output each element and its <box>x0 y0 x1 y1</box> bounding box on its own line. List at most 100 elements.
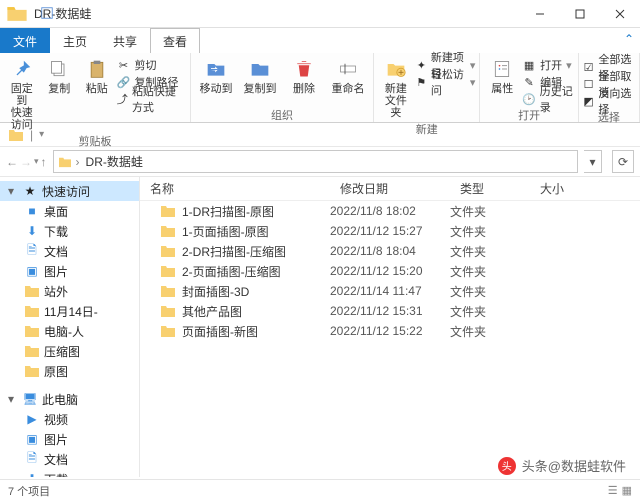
file-type: 文件夹 <box>450 263 530 280</box>
maximize-button[interactable] <box>560 0 600 28</box>
properties-button[interactable]: 属性 <box>484 55 520 97</box>
view-mode-icons[interactable]: ☰ ▦ <box>608 484 632 497</box>
folder-icon <box>24 363 40 379</box>
clipboard-group-label: 剪贴板 <box>79 133 112 148</box>
ribbon-tabs: 文件 主页 共享 查看 1 点击 “查看” ⌃ <box>0 28 640 53</box>
file-name: 页面插图-新图 <box>182 323 258 340</box>
new-folder-button[interactable]: 新建 文件夹 <box>378 55 414 121</box>
sidebar-item-downloads[interactable]: ⬇下载 <box>0 221 139 241</box>
sidebar-item-downloads2[interactable]: ⬇下载 <box>0 469 139 477</box>
nav-recent-dropdown[interactable]: ▾ <box>34 156 39 167</box>
sidebar-item-compressed[interactable]: 压缩图 <box>0 341 139 361</box>
folder-app-icon <box>6 3 28 25</box>
paste-button[interactable]: 粘贴 <box>79 55 114 97</box>
rename-button[interactable]: 重命名 <box>327 55 369 97</box>
newitem-icon: ✦ <box>416 58 427 72</box>
table-row[interactable]: 其他产品图2022/11/12 15:31文件夹 <box>140 301 640 321</box>
invert-icon: ◩ <box>583 94 595 108</box>
column-name[interactable]: 名称 <box>140 180 330 197</box>
table-row[interactable]: 2-页面插图-压缩图2022/11/12 15:20文件夹 <box>140 261 640 281</box>
ribbon: 固定到 快速访问 复制 粘贴 ✂剪切 🔗复制路径 ⤴粘贴快捷方式 剪贴板 移动到… <box>0 53 640 123</box>
column-date[interactable]: 修改日期 <box>330 180 450 197</box>
folder-icon <box>24 283 40 299</box>
breadcrumb-item[interactable]: DR-数据蛙 <box>84 153 145 170</box>
move-to-button[interactable]: 移动到 <box>195 55 237 97</box>
copy-to-button[interactable]: 复制到 <box>239 55 281 97</box>
download-icon: ⬇ <box>24 471 40 477</box>
sidebar-item-desktop[interactable]: ■桌面 <box>0 201 139 221</box>
sidebar-item-quick-access[interactable]: ▾★快速访问 <box>0 181 139 201</box>
tab-share[interactable]: 共享 <box>100 28 150 53</box>
sidebar-item-pictures[interactable]: ▣图片 <box>0 261 139 281</box>
sidebar-item-siteext[interactable]: 站外 <box>0 281 139 301</box>
pin-icon <box>10 57 34 81</box>
nav-forward-button[interactable]: → <box>20 155 32 169</box>
table-row[interactable]: 1-DR扫描图-原图2022/11/8 18:02文件夹 <box>140 201 640 221</box>
qat-save-icon[interactable] <box>40 6 54 20</box>
edit-icon: ✎ <box>522 75 536 89</box>
copy-icon <box>47 57 71 81</box>
folder-icon <box>24 323 40 339</box>
paste-shortcut-button[interactable]: ⤴粘贴快捷方式 <box>116 91 186 107</box>
sidebar-item-computer-person[interactable]: 电脑-人 <box>0 321 139 341</box>
open-button[interactable]: ▦打开 ▾ <box>522 57 574 73</box>
sidebar-item-documents[interactable]: 🗎文档 <box>0 241 139 261</box>
delete-button[interactable]: 删除 <box>283 55 325 97</box>
history-button[interactable]: 🕑历史记录 <box>522 91 574 107</box>
folder-icon <box>160 204 176 218</box>
cut-button[interactable]: ✂剪切 <box>116 57 186 73</box>
sidebar-item-pictures2[interactable]: ▣图片 <box>0 429 139 449</box>
tab-view[interactable]: 查看 <box>150 28 200 53</box>
nav-back-button[interactable]: ← <box>6 155 18 169</box>
table-row[interactable]: 1-页面插图-原图2022/11/12 15:27文件夹 <box>140 221 640 241</box>
minimize-button[interactable] <box>520 0 560 28</box>
folder-icon <box>160 324 176 338</box>
file-type: 文件夹 <box>450 223 530 240</box>
file-date: 2022/11/8 18:04 <box>330 244 450 258</box>
paste-icon <box>85 57 109 81</box>
easy-access-button[interactable]: ⚑轻松访问 ▾ <box>416 74 476 90</box>
invert-selection-button[interactable]: ◩反向选择 <box>583 93 635 109</box>
watermark-icon: 头 <box>498 457 516 475</box>
table-row[interactable]: 2-DR扫描图-压缩图2022/11/8 18:04文件夹 <box>140 241 640 261</box>
nav-up-button[interactable]: ↑ <box>41 155 47 169</box>
file-name: 1-页面插图-原图 <box>182 223 269 240</box>
folder-icon <box>160 244 176 258</box>
table-row[interactable]: 页面插图-新图2022/11/12 15:22文件夹 <box>140 321 640 341</box>
pin-to-quick-access-button[interactable]: 固定到 快速访问 <box>4 55 39 133</box>
file-type: 文件夹 <box>450 203 530 220</box>
refresh-button[interactable]: ⟳ <box>612 150 634 173</box>
copy-button[interactable]: 复制 <box>41 55 76 97</box>
sidebar-item-dated[interactable]: 11月14日- <box>0 301 139 321</box>
folder-icon <box>160 224 176 238</box>
folder-icon <box>160 304 176 318</box>
column-type[interactable]: 类型 <box>450 180 530 197</box>
window-title: DR-数据蛙 <box>34 5 520 22</box>
file-type: 文件夹 <box>450 283 530 300</box>
address-dropdown-button[interactable]: ▾ <box>584 150 602 173</box>
new-group-label: 新建 <box>416 121 438 136</box>
tab-home[interactable]: 主页 <box>50 28 100 53</box>
sidebar-item-documents2[interactable]: 🗎文档 <box>0 449 139 469</box>
ribbon-collapse-icon[interactable]: ⌃ <box>624 32 634 46</box>
sidebar-item-videos[interactable]: ▶视频 <box>0 409 139 429</box>
details-view-icon[interactable]: ☰ <box>608 484 618 497</box>
sidebar-item-this-pc[interactable]: ▾🖥此电脑 <box>0 389 139 409</box>
column-size[interactable]: 大小 <box>530 180 640 197</box>
file-date: 2022/11/14 11:47 <box>330 284 450 298</box>
select-group-label: 选择 <box>598 109 620 124</box>
folder-icon <box>160 264 176 278</box>
chevron-right-icon[interactable]: › <box>76 155 80 169</box>
sidebar-item-original[interactable]: 原图 <box>0 361 139 381</box>
address-bar[interactable]: › DR-数据蛙 <box>53 150 578 173</box>
shortcut-icon: ⤴ <box>116 92 127 106</box>
open-group-label: 打开 <box>518 107 540 122</box>
table-row[interactable]: 封面插图-3D2022/11/14 11:47文件夹 <box>140 281 640 301</box>
close-button[interactable] <box>600 0 640 28</box>
file-date: 2022/11/12 15:22 <box>330 324 450 338</box>
status-count: 7 个项目 <box>8 483 50 499</box>
address-bar-row: ← → ▾ ↑ › DR-数据蛙 ▾ ⟳ <box>0 147 640 177</box>
desktop-icon: ■ <box>24 203 40 219</box>
thumbnails-view-icon[interactable]: ▦ <box>622 484 632 497</box>
tab-file[interactable]: 文件 <box>0 28 50 53</box>
